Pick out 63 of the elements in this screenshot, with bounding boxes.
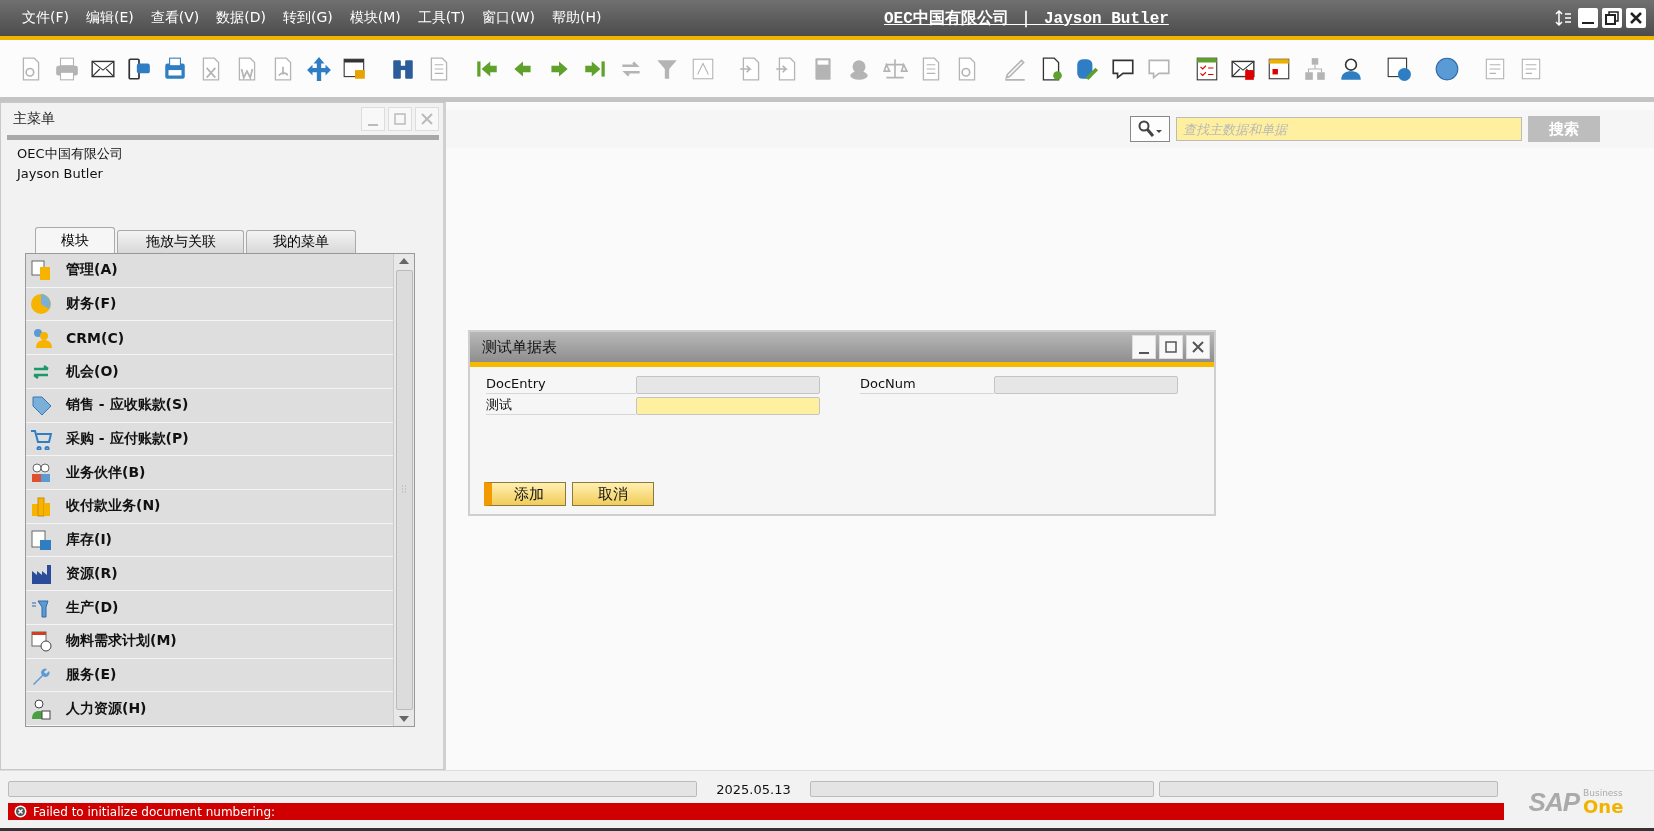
maximize-icon bbox=[1165, 341, 1177, 353]
menu-item[interactable]: 转到(G) bbox=[275, 9, 342, 27]
status-date: 2025.05.13 bbox=[715, 781, 792, 797]
field-label: DocEntry bbox=[486, 375, 636, 394]
restore-button[interactable] bbox=[1602, 8, 1622, 28]
menu-item[interactable]: 数据(D) bbox=[208, 9, 275, 27]
scrollbar-thumb[interactable] bbox=[395, 270, 413, 710]
menu-item[interactable]: 窗口(W) bbox=[474, 9, 545, 27]
close-icon bbox=[1192, 341, 1204, 353]
checklist-icon[interactable] bbox=[1194, 55, 1220, 82]
factory-icon bbox=[30, 562, 52, 585]
sort-icon[interactable] bbox=[1554, 8, 1574, 28]
minimize-icon bbox=[1139, 352, 1149, 354]
error-icon bbox=[14, 805, 27, 818]
person-icon bbox=[30, 697, 52, 720]
search-options-button[interactable] bbox=[1130, 116, 1170, 142]
dialog-button[interactable]: 添加 bbox=[484, 482, 566, 506]
restore-icon bbox=[1605, 11, 1619, 25]
user-name: Jayson Butler bbox=[17, 165, 104, 183]
minimize-button[interactable] bbox=[1132, 335, 1156, 359]
tab[interactable]: 模块 bbox=[35, 227, 115, 253]
tag-icon bbox=[30, 394, 52, 417]
logo-brand: SAP bbox=[1528, 787, 1580, 818]
close-icon bbox=[1629, 11, 1643, 25]
field-label: DocNum bbox=[860, 375, 994, 394]
dialog-button[interactable]: 取消 bbox=[572, 482, 654, 506]
error-message: Failed to initialize document numbering: bbox=[33, 804, 276, 819]
menu-item[interactable]: 模块(M) bbox=[341, 9, 410, 27]
window-title: OEC中国有限公司 ｜ Jayson Butler bbox=[883, 8, 1170, 29]
close-button[interactable] bbox=[1626, 8, 1646, 28]
menu-item[interactable]: 帮助(H) bbox=[544, 9, 611, 27]
cart-icon bbox=[30, 427, 52, 450]
schedule-icon bbox=[30, 630, 52, 653]
input-field[interactable] bbox=[994, 375, 1178, 394]
company-name: OEC中国有限公司 bbox=[17, 145, 124, 163]
people-icon bbox=[30, 461, 52, 484]
arrows-icon[interactable] bbox=[306, 55, 332, 82]
pie-chart-icon bbox=[30, 293, 52, 316]
document-icon bbox=[30, 259, 52, 282]
phone-icon[interactable] bbox=[126, 55, 152, 82]
maximize-icon bbox=[394, 113, 406, 125]
menu-item[interactable]: 文件(F) bbox=[14, 9, 78, 27]
menu-item[interactable]: 编辑(E) bbox=[78, 9, 143, 27]
grid-icon bbox=[30, 529, 52, 552]
minimize-icon bbox=[1582, 22, 1594, 24]
maximize-button[interactable] bbox=[1159, 335, 1183, 359]
logo-text: Business bbox=[1583, 789, 1624, 798]
minimize-icon bbox=[368, 124, 378, 126]
panel-title: 主菜单 bbox=[12, 110, 55, 128]
menu-item[interactable]: 工具(T) bbox=[409, 9, 475, 27]
input-field[interactable] bbox=[636, 396, 820, 415]
tab[interactable]: 我的菜单 bbox=[246, 230, 356, 253]
close-icon bbox=[421, 113, 433, 125]
close-button[interactable] bbox=[1186, 335, 1210, 359]
dialog-title: 测试单据表 bbox=[482, 337, 557, 357]
input-field[interactable] bbox=[636, 375, 820, 394]
field-label: 测试 bbox=[486, 396, 636, 415]
tab[interactable]: 拖放与关联 bbox=[117, 230, 244, 253]
logo-text: One bbox=[1583, 798, 1624, 816]
search-field[interactable]: 查找主数据和单据 bbox=[1176, 117, 1522, 141]
fax-icon[interactable] bbox=[162, 55, 188, 82]
minimize-button[interactable] bbox=[1578, 8, 1598, 28]
menu-item[interactable]: 查看(V) bbox=[142, 9, 209, 27]
